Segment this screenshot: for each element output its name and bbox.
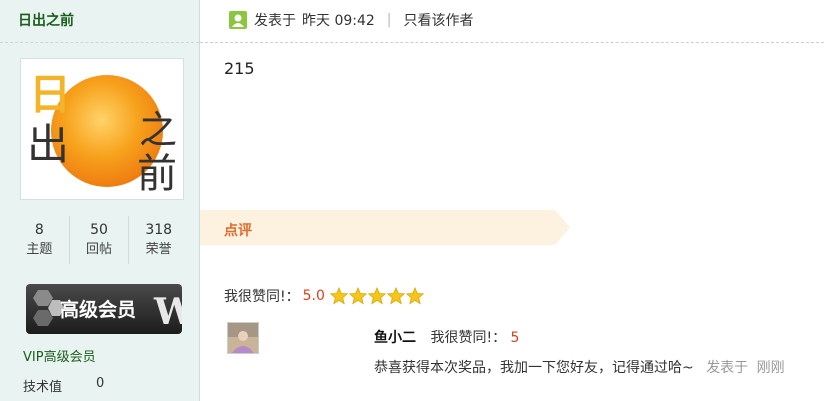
author-sidebar: 日出之前 日 出 之 前 8 主题 50 回帖 318 荣誉 高级会员 W VI… (0, 0, 200, 401)
comment-body: 恭喜获得本次奖品，我加一下您好友，记得通过哈~ 发表于 刚刚 (374, 357, 785, 377)
stat-honor-value: 318 (145, 222, 173, 238)
stat-threads-label[interactable]: 主题 (10, 240, 69, 260)
badge-w-mark: W (153, 291, 182, 333)
badge-text: 高级会员 (60, 298, 136, 321)
stat-replies-label[interactable]: 回帖 (70, 240, 129, 260)
vip-badge: 高级会员 W (26, 284, 195, 334)
tech-label: 技术值 (23, 380, 63, 395)
comment-posted-label: 发表于 (706, 360, 749, 376)
posted-time: 昨天 09:42 (302, 13, 375, 29)
avatar-glyph-3: 之 (139, 108, 177, 152)
posted-label: 发表于 (254, 13, 296, 29)
agree-label: 我很赞同!： (224, 289, 300, 305)
post-header: 发表于 昨天 09:42 | 只看该作者 (229, 8, 474, 32)
divider (0, 42, 199, 43)
comment-text: 恭喜获得本次奖品，我加一下您好友，记得通过哈~ (374, 360, 694, 376)
rating-summary: 我很赞同!： 5.0 (224, 286, 424, 306)
stat-threads[interactable]: 8 主题 (10, 216, 69, 264)
user-group-link[interactable]: VIP高级会员 (23, 346, 96, 365)
avatar-glyph-2: 出 (27, 120, 69, 169)
post-content: 215 (224, 59, 255, 78)
rating-stars (329, 287, 424, 305)
avatar-glyph-4: 前 (137, 151, 177, 197)
star-icon (405, 287, 424, 305)
stat-replies-value[interactable]: 50 (70, 216, 129, 240)
commenter-name-link[interactable]: 鱼小二 (374, 330, 416, 346)
stat-replies[interactable]: 50 回帖 (68, 216, 129, 264)
star-icon (348, 287, 367, 305)
tech-value-row: 技术值 0 (23, 376, 104, 395)
tech-value: 0 (96, 376, 105, 391)
star-icon (367, 287, 386, 305)
header-separator: | (386, 12, 392, 28)
stat-threads-value[interactable]: 8 (10, 216, 69, 240)
rating-banner: 点评 (200, 210, 570, 245)
avatar-glyph-1: 日 (29, 70, 71, 119)
online-user-icon (229, 11, 247, 29)
author-avatar[interactable]: 日 出 之 前 (20, 58, 184, 200)
rating-section-label: 点评 (224, 223, 252, 239)
comment-header: 鱼小二 我很赞同!： 5 (374, 327, 519, 347)
stat-honor: 318 荣誉 (128, 216, 188, 264)
star-icon (386, 287, 405, 305)
comment-posted-time: 刚刚 (756, 360, 785, 376)
only-author-link[interactable]: 只看该作者 (404, 10, 474, 30)
comment-score: 5 (510, 330, 520, 346)
agree-score: 5.0 (302, 288, 325, 304)
author-name-link[interactable]: 日出之前 (18, 10, 74, 30)
star-icon (329, 287, 348, 305)
author-stats: 8 主题 50 回帖 318 荣誉 (10, 216, 188, 264)
stat-honor-label: 荣誉 (145, 242, 172, 257)
divider (200, 42, 824, 43)
commenter-avatar[interactable] (227, 322, 259, 354)
comment-agree-label: 我很赞同!： (430, 330, 507, 346)
